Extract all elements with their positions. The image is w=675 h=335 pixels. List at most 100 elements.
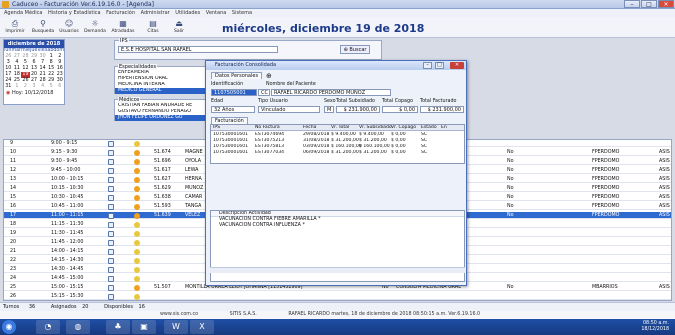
facturas-col-header[interactable]: Estado [421, 125, 437, 131]
factura-cell: 06/09/2018 [303, 150, 330, 155]
ident-field[interactable]: 1107505001 [211, 89, 257, 96]
cell-no: No [507, 177, 514, 182]
medicos-item[interactable]: JHON FELIPE ORDOÑEZ GU [115, 115, 209, 121]
menu-facturacion[interactable]: Facturación [106, 9, 135, 17]
sexo-field[interactable]: M [324, 106, 334, 113]
dialog-close-button[interactable]: ✕ [450, 62, 464, 69]
actividad-item[interactable]: VACUNACION CONTRA INFLUENZA * [211, 223, 464, 229]
cell-time: 9:45 - 10:00 [51, 168, 81, 173]
subsidiado-field[interactable]: $ 231.900,00 [336, 106, 380, 113]
house-icon[interactable] [108, 239, 114, 246]
tab-datos-personales[interactable]: Datos Personales [211, 72, 263, 79]
menu-administrar[interactable]: Administrar [141, 9, 170, 17]
cell-fin: ASIS [659, 285, 670, 290]
cell-fin: ASIS [659, 186, 670, 191]
minimize-button[interactable]: – [624, 0, 640, 8]
dialog-hscrollbar[interactable] [210, 267, 465, 273]
atradadas-button[interactable]: ▦ Atradadas [110, 19, 136, 37]
menu-utilidades[interactable]: Utilidades [175, 9, 200, 17]
house-icon[interactable] [108, 176, 114, 183]
folder-icon: ▣ [140, 322, 148, 331]
today-label: Hoy: 10/12/2018 [11, 90, 54, 96]
house-icon[interactable] [108, 248, 114, 255]
menu-agenda[interactable]: Agenda Médica [4, 9, 42, 17]
task-app[interactable]: ♣ [106, 320, 130, 334]
copago-field[interactable]: $ 0,00 [382, 106, 418, 113]
menu-historia[interactable]: Historia y Estadística [48, 9, 101, 17]
windows-icon: ◉ [5, 322, 13, 331]
dialog-minimize[interactable]: – [423, 62, 432, 69]
especialidades-legend: Especialidades [118, 64, 158, 70]
facturas-col-header[interactable]: Vr. Subsidiado [359, 125, 392, 131]
task-files[interactable]: ▣ [132, 320, 156, 334]
house-icon[interactable] [108, 221, 114, 228]
appointments-button[interactable]: ▤ Citas [140, 19, 166, 37]
clock[interactable]: 08:50 a.m. 18/12/2018 [641, 321, 669, 333]
house-icon[interactable] [108, 149, 114, 156]
print-button[interactable]: ⎙ Imprimir [2, 19, 28, 37]
facturado-field[interactable]: $ 231.900,00 [420, 106, 464, 113]
tipo-doc-field[interactable]: CC [258, 89, 270, 96]
facturas-col-header[interactable]: Fecha [303, 125, 316, 131]
demand-button[interactable]: ☼ Demanda [82, 19, 108, 37]
ips-input[interactable]: E.S.E HOSPITAL SAN RAFAEL [118, 46, 278, 53]
cell-fin: ASIS [659, 159, 670, 164]
calendar-day[interactable]: 6 [55, 84, 64, 90]
nombre-field[interactable]: RAFAEL RICARDO PERDOMO MUÑOZ [271, 89, 391, 96]
house-icon[interactable] [108, 257, 114, 264]
maximize-button[interactable]: □ [641, 0, 657, 8]
house-icon[interactable] [108, 167, 114, 174]
cell-no: No [507, 150, 514, 155]
table-row[interactable]: 26 15:15 - 15:30 [4, 293, 671, 300]
cell-time: 10:30 - 10:45 [51, 195, 84, 200]
calendar-month[interactable]: diciembre de 2018 [4, 40, 64, 48]
menu-sistema[interactable]: Sistema [232, 9, 252, 17]
especialidades-list: Especialidades ENFERMERIA HIPERTENSION OR… [114, 64, 210, 94]
edad-field[interactable]: 32 Años [211, 106, 255, 113]
users-button[interactable]: ☺ Usuarios [56, 19, 82, 37]
dialog-maximize[interactable]: □ [435, 62, 444, 69]
factura-row[interactable]: 107530001601 EST3077034 06/09/2018 $ 31.200… [211, 150, 464, 156]
house-icon[interactable] [108, 194, 114, 201]
facturas-col-header[interactable]: No Factura [255, 125, 280, 131]
facturas-col-header[interactable]: IPS [213, 125, 220, 131]
house-icon[interactable] [108, 266, 114, 273]
house-icon[interactable] [108, 230, 114, 237]
close-button[interactable]: ✕ [658, 0, 674, 8]
cell-doc: FPERDOMO [592, 168, 620, 173]
house-icon[interactable] [108, 284, 114, 291]
tipo-usuario-field[interactable]: Vinculado [258, 106, 320, 113]
house-icon[interactable] [108, 203, 114, 210]
facturas-col-header[interactable]: En [441, 125, 447, 131]
task-word[interactable]: W [164, 320, 188, 334]
especialidades-item[interactable]: MEDICO GENERAL [115, 88, 209, 94]
house-icon[interactable] [108, 185, 114, 192]
buscar-button[interactable]: ⊕ Buscar [340, 45, 370, 54]
status-dot-icon [134, 203, 140, 210]
ident-label: Identificación [211, 82, 244, 87]
search-label: Busqueda [31, 29, 55, 34]
start-button[interactable]: ◉ [2, 320, 16, 334]
tab-facturacion[interactable]: Facturación [211, 117, 248, 124]
facturas-col-header[interactable]: Vr. Total [331, 125, 349, 131]
cell-time: 15:15 - 15:30 [51, 294, 84, 299]
today-link[interactable]: ◉ Hoy: 10/12/2018 [4, 90, 64, 97]
binoculars-icon[interactable]: ⊕ [266, 72, 272, 80]
task-chrome[interactable]: ◍ [66, 320, 90, 334]
house-icon[interactable] [108, 140, 114, 147]
disponibles-value: 16 [138, 304, 145, 310]
search-button[interactable]: ⚲ Busqueda [30, 19, 56, 37]
house-icon[interactable] [108, 212, 114, 219]
house-icon[interactable] [108, 275, 114, 282]
info-user: RAFAEL RICARDO martes, 18 de diciembre d… [288, 312, 481, 317]
appointments-label: Citas [147, 29, 159, 34]
menu-ventana[interactable]: Ventana [206, 9, 227, 17]
task-excel[interactable]: X [190, 320, 214, 334]
house-icon[interactable] [108, 158, 114, 165]
house-icon[interactable] [108, 293, 114, 300]
facturas-col-header[interactable]: Vr. Copago [391, 125, 416, 131]
print-label: Imprimir [5, 29, 25, 34]
exit-button[interactable]: ⏏ Salir [166, 19, 192, 37]
cell-time: 11:15 - 11:30 [51, 222, 84, 227]
task-explorer[interactable]: ◔ [36, 320, 60, 334]
